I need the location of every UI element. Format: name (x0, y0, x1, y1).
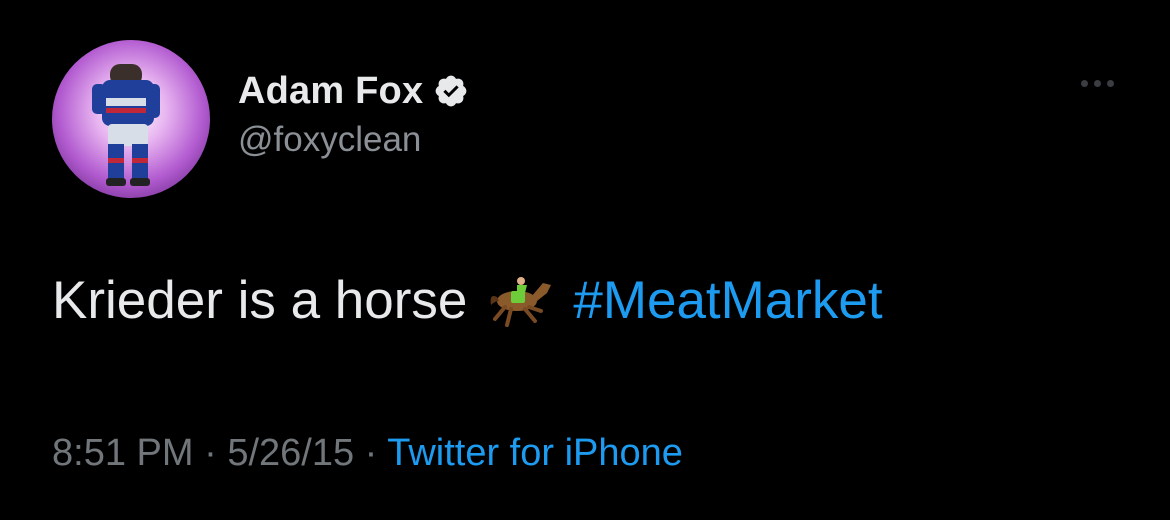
avatar[interactable] (52, 40, 210, 198)
more-dot (1094, 80, 1101, 87)
tweet-header: Adam Fox @foxyclean (238, 66, 469, 160)
meta-separator: · (204, 432, 228, 474)
more-options-icon[interactable] (1081, 80, 1114, 87)
tweet-text: Krieder is a horse #MeatMarket (52, 270, 883, 331)
hashtag-link[interactable]: #MeatMarket (573, 270, 882, 331)
verified-badge-icon (435, 75, 467, 107)
display-name[interactable]: Adam Fox (238, 70, 423, 113)
user-handle[interactable]: @foxyclean (238, 120, 469, 160)
tweet-date[interactable]: 5/26/15 (227, 432, 354, 474)
tweet-time[interactable]: 8:51 PM (52, 432, 194, 474)
horse-racing-emoji (490, 276, 552, 327)
tweet-text-content: Krieder is a horse (52, 271, 468, 330)
more-dot (1107, 80, 1114, 87)
tweet-meta: 8:51 PM · 5/26/15 · Twitter for iPhone (52, 432, 683, 475)
tweet-card: Adam Fox @foxyclean Krieder is a horse #… (0, 0, 1170, 520)
name-row: Adam Fox (238, 66, 469, 116)
more-dot (1081, 80, 1088, 87)
meta-separator: · (364, 432, 388, 474)
tweet-source-link[interactable]: Twitter for iPhone (387, 432, 683, 474)
